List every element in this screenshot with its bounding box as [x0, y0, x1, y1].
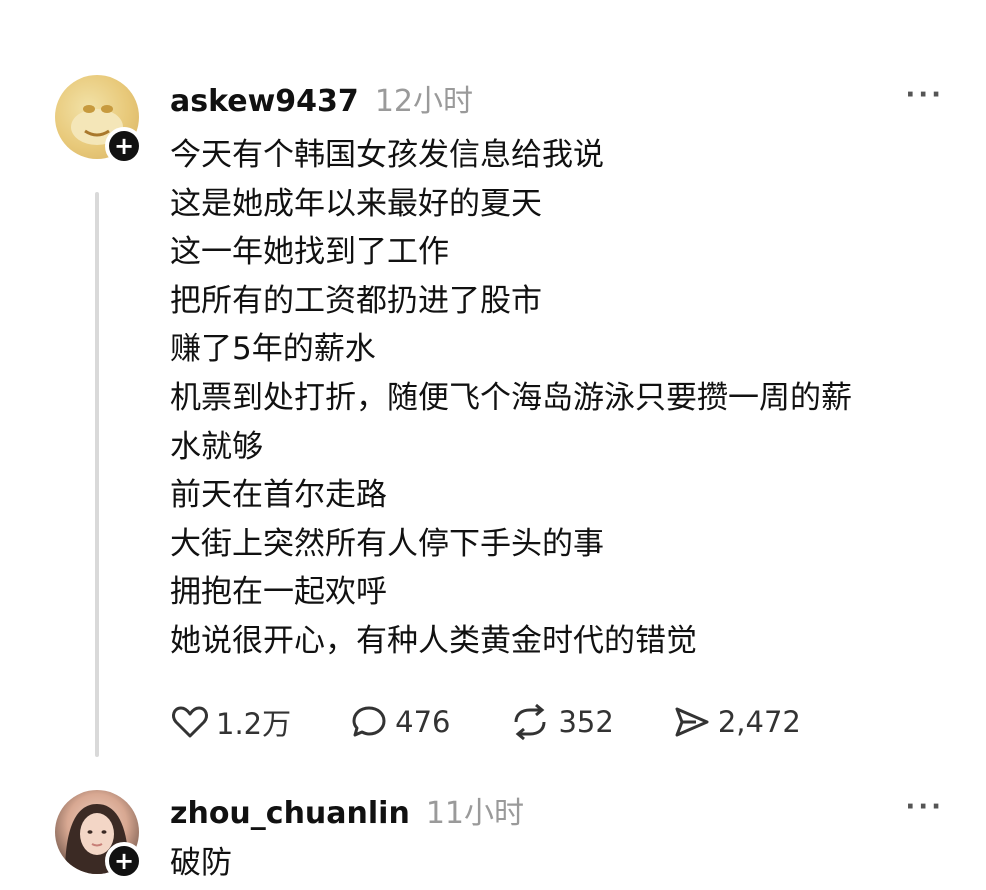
follow-button[interactable]: + — [105, 842, 143, 880]
post-text-line: 大街上突然所有人停下手头的事 — [170, 525, 604, 562]
follow-button[interactable]: + — [105, 127, 143, 165]
more-dots-icon[interactable]: ··· — [905, 792, 944, 822]
like-count: 1.2万 — [216, 707, 292, 741]
post-text-line: 把所有的工资都扔进了股市 — [170, 282, 542, 319]
post-text: 破防 — [170, 839, 950, 888]
post-text-line: 这一年她找到了工作 — [170, 234, 449, 271]
plus-icon: + — [113, 847, 135, 875]
post-text-line: 今天有个韩国女孩发信息给我说 — [170, 137, 604, 173]
timestamp: 12小时 — [374, 84, 473, 119]
username[interactable]: askew9437 — [170, 84, 359, 119]
share-count: 2,472 — [717, 705, 801, 739]
post-text-line: 她说很开心，有种人类黄金时代的错觉 — [170, 622, 697, 659]
post-text-line: 前天在首尔走路 — [170, 477, 387, 514]
post-text-line: 破防 — [170, 845, 232, 881]
like-button[interactable]: 1.2万 — [170, 701, 291, 743]
avatar-container[interactable]: + — [55, 790, 165, 890]
post-text: 今天有个韩国女孩发信息给我说 这是她成年以来最好的夏天 这一年她找到了工作 把所… — [170, 131, 950, 666]
post-text-line: 这是她成年以来最好的夏天 — [170, 185, 542, 222]
post-text-line: 拥抱在一起欢呼 — [170, 574, 387, 611]
thread-post: + askew9437 12小时 ··· 今天有个韩国女孩发信息给我说 这是她成… — [0, 0, 986, 770]
repost-count: 352 — [558, 705, 614, 739]
reply-post: + zhou_chuanlin 11小时 ··· 破防 — [0, 780, 986, 888]
more-dots-icon[interactable]: ··· — [905, 80, 944, 110]
share-button[interactable]: 2,472 — [672, 702, 801, 742]
comment-button[interactable]: 476 — [349, 702, 450, 742]
share-arrow-icon — [675, 707, 709, 737]
plus-icon: + — [113, 132, 135, 160]
repost-button[interactable]: 352 — [508, 702, 614, 742]
post-text-line: 水就够 — [170, 428, 263, 465]
thread-line — [95, 192, 99, 757]
repost-arrows-icon — [514, 703, 546, 741]
timestamp: 11小时 — [425, 796, 524, 831]
post-header: zhou_chuanlin 11小时 — [170, 788, 524, 832]
post-header: askew9437 12小时 — [170, 76, 473, 120]
username[interactable]: zhou_chuanlin — [170, 796, 410, 831]
post-text-line: 机票到处打折，随便飞个海岛游泳只要攒一周的薪 — [170, 379, 852, 416]
avatar-container[interactable]: + — [55, 75, 165, 185]
post-text-line: 赚了5年的薪水 — [170, 331, 376, 368]
comment-count: 476 — [395, 705, 451, 739]
comment-bubble-icon — [352, 706, 386, 737]
heart-icon — [172, 706, 208, 738]
action-bar: 1.2万 476 352 2,472 — [170, 701, 859, 743]
